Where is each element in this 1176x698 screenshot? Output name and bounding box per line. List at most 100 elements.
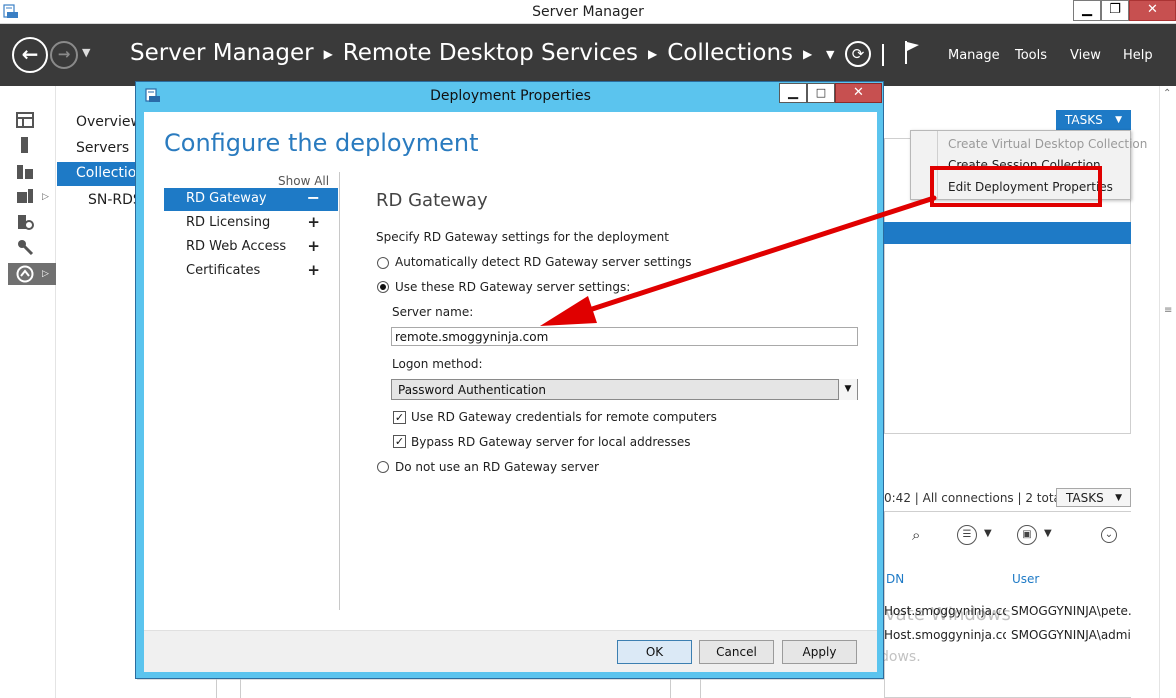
breadcrumb-separator-icon: ▶ <box>323 46 333 61</box>
subnav-sn-rds[interactable]: SN-RDS <box>88 192 142 208</box>
radio-no-gateway-label[interactable]: Do not use an RD Gateway server <box>395 460 599 474</box>
back-arrow-icon[interactable]: ← <box>12 37 48 73</box>
forward-arrow-icon[interactable]: → <box>50 41 78 69</box>
nav-rd-gateway[interactable]: RD Gateway − <box>164 188 338 211</box>
breadcrumb: Server Manager ▶ Remote Desktop Services ▶ C… <box>130 40 822 66</box>
scrollbar[interactable] <box>1159 86 1176 698</box>
menu-tools[interactable]: Tools <box>1015 48 1047 63</box>
save-icon[interactable]: ▣ <box>1017 525 1037 545</box>
radio-no-gateway[interactable] <box>377 461 389 473</box>
expand-arrow-icon[interactable]: ▷ <box>42 269 49 279</box>
bottom-strip <box>137 679 884 698</box>
scroll-grip-icon[interactable]: ≡ <box>1164 305 1172 316</box>
subnav-overview[interactable]: Overview <box>76 114 142 130</box>
section-description: Specify RD Gateway settings for the depl… <box>376 230 669 244</box>
expand-icon: + <box>307 261 320 279</box>
restore-button[interactable]: ❐ <box>1101 0 1129 21</box>
breadcrumb-separator-icon: ▶ <box>803 46 813 61</box>
nav-certificates[interactable]: Certificates + <box>164 260 338 283</box>
checkbox-bypass-local[interactable]: ✓ <box>393 435 406 448</box>
menu-help[interactable]: Help <box>1123 48 1153 63</box>
logon-method-label: Logon method: <box>392 357 483 371</box>
checkbox-use-credentials[interactable]: ✓ <box>393 411 406 424</box>
nav-divider <box>882 44 884 66</box>
table-cell-user[interactable]: SMOGGYNINJA\admin <box>1011 628 1131 642</box>
chevron-down-icon[interactable]: ▼ <box>838 379 857 400</box>
file-storage-icon[interactable] <box>16 187 34 205</box>
dialog-heading: Configure the deployment <box>164 129 479 157</box>
breadcrumb-separator-icon: ▶ <box>648 46 658 61</box>
deployment-properties-dialog: Deployment Properties ▁ □ ✕ Configure th… <box>135 81 884 679</box>
nav-rd-licensing[interactable]: RD Licensing + <box>164 212 338 235</box>
server-name-input[interactable] <box>391 327 858 346</box>
all-servers-icon[interactable] <box>16 162 34 180</box>
selected-row[interactable] <box>884 222 1131 244</box>
save-dropdown-icon[interactable]: ▼ <box>1044 528 1052 539</box>
breadcrumb-remote-desktop[interactable]: Remote Desktop Services <box>343 40 638 66</box>
table-cell-host[interactable]: Host.smoggyninja.com <box>884 628 1006 642</box>
tasks-dropdown[interactable]: TASKS ▼ <box>1056 110 1131 130</box>
list-view-icon[interactable]: ☰ <box>957 525 977 545</box>
remote-desktop-icon[interactable] <box>16 265 34 283</box>
radio-use-settings-label[interactable]: Use these RD Gateway server settings: <box>395 280 630 294</box>
table-cell-host[interactable]: Host.smoggyninja.com <box>884 604 1006 618</box>
breadcrumb-server-manager[interactable]: Server Manager <box>130 40 314 66</box>
dashboard-icon[interactable] <box>16 111 34 129</box>
expand-arrow-icon[interactable]: ▷ <box>42 192 49 202</box>
dialog-close-button[interactable]: ✕ <box>835 83 882 103</box>
ok-button[interactable]: OK <box>617 640 692 664</box>
checkbox-bypass-local-label[interactable]: Bypass RD Gateway server for local addre… <box>411 435 691 449</box>
navigation-bar: ← → ▼ Server Manager ▶ Remote Desktop Serv… <box>0 24 1176 86</box>
dialog-body: Configure the deployment Show All RD Gat… <box>144 112 877 630</box>
logon-method-value: Password Authentication <box>398 383 546 397</box>
checkbox-use-credentials-label[interactable]: Use RD Gateway credentials for remote co… <box>411 410 717 424</box>
breadcrumb-dropdown-icon[interactable]: ▼ <box>826 48 834 61</box>
radio-auto-detect-label[interactable]: Automatically detect RD Gateway server s… <box>395 255 692 269</box>
dialog-maximize-button[interactable]: □ <box>807 83 835 103</box>
radio-use-settings[interactable] <box>377 281 389 293</box>
column-header-user[interactable]: User <box>1012 572 1039 586</box>
menu-manage[interactable]: Manage <box>948 48 1000 63</box>
expand-icon: + <box>307 213 320 231</box>
close-button[interactable]: ✕ <box>1129 0 1176 21</box>
icon-rail: ▷ ▷ <box>0 86 56 698</box>
apply-button[interactable]: Apply <box>782 640 857 664</box>
iis-icon[interactable] <box>16 213 34 231</box>
tasks-dropdown-2[interactable]: TASKS ▼ <box>1056 488 1131 507</box>
nav-label: RD Gateway <box>186 191 267 206</box>
server-name-label: Server name: <box>392 305 474 319</box>
menu-create-vdi-collection[interactable]: Create Virtual Desktop Collection <box>948 137 1147 151</box>
expand-icon: + <box>307 237 320 255</box>
minimize-button[interactable]: ▁ <box>1073 0 1101 21</box>
subnav-servers[interactable]: Servers <box>76 140 129 156</box>
refresh-icon[interactable]: ⟳ <box>845 41 871 67</box>
radio-auto-detect[interactable] <box>377 257 389 269</box>
list-dropdown-icon[interactable]: ▼ <box>984 528 992 539</box>
expand-icon[interactable]: ⌄ <box>1101 527 1117 543</box>
nav-label: Certificates <box>186 263 261 278</box>
history-dropdown-icon[interactable]: ▼ <box>82 46 90 59</box>
window-titlebar: Server Manager ▁ ❐ ✕ <box>0 0 1176 24</box>
sub-navigation: Overview Servers Collections SN-RDS <box>57 86 153 698</box>
breadcrumb-collections[interactable]: Collections <box>667 40 793 66</box>
logon-method-select[interactable]: Password Authentication ▼ <box>391 379 858 400</box>
collapse-icon: − <box>306 188 320 207</box>
nav-rd-web-access[interactable]: RD Web Access + <box>164 236 338 259</box>
divider <box>240 679 241 698</box>
dropdown-arrow-icon: ▼ <box>1115 493 1122 503</box>
menu-view[interactable]: View <box>1070 48 1101 63</box>
scroll-up-icon[interactable]: ⌃ <box>1163 88 1171 99</box>
search-icon[interactable]: ⌕ <box>912 526 920 544</box>
show-all-link[interactable]: Show All <box>278 174 329 188</box>
cancel-button[interactable]: Cancel <box>699 640 774 664</box>
column-header-fqdn[interactable]: DN <box>886 572 904 586</box>
tools-icon[interactable] <box>16 238 34 256</box>
table-cell-user[interactable]: SMOGGYNINJA\pete.lc <box>1011 604 1131 618</box>
flag-icon[interactable] <box>903 39 921 65</box>
subnav-collections[interactable]: Collections <box>57 162 153 186</box>
tasks-label: TASKS <box>1065 113 1103 127</box>
local-server-icon[interactable] <box>16 136 34 154</box>
nav-label: RD Licensing <box>186 215 271 230</box>
dialog-minimize-button[interactable]: ▁ <box>779 83 807 103</box>
dialog-title: Deployment Properties <box>430 88 591 104</box>
